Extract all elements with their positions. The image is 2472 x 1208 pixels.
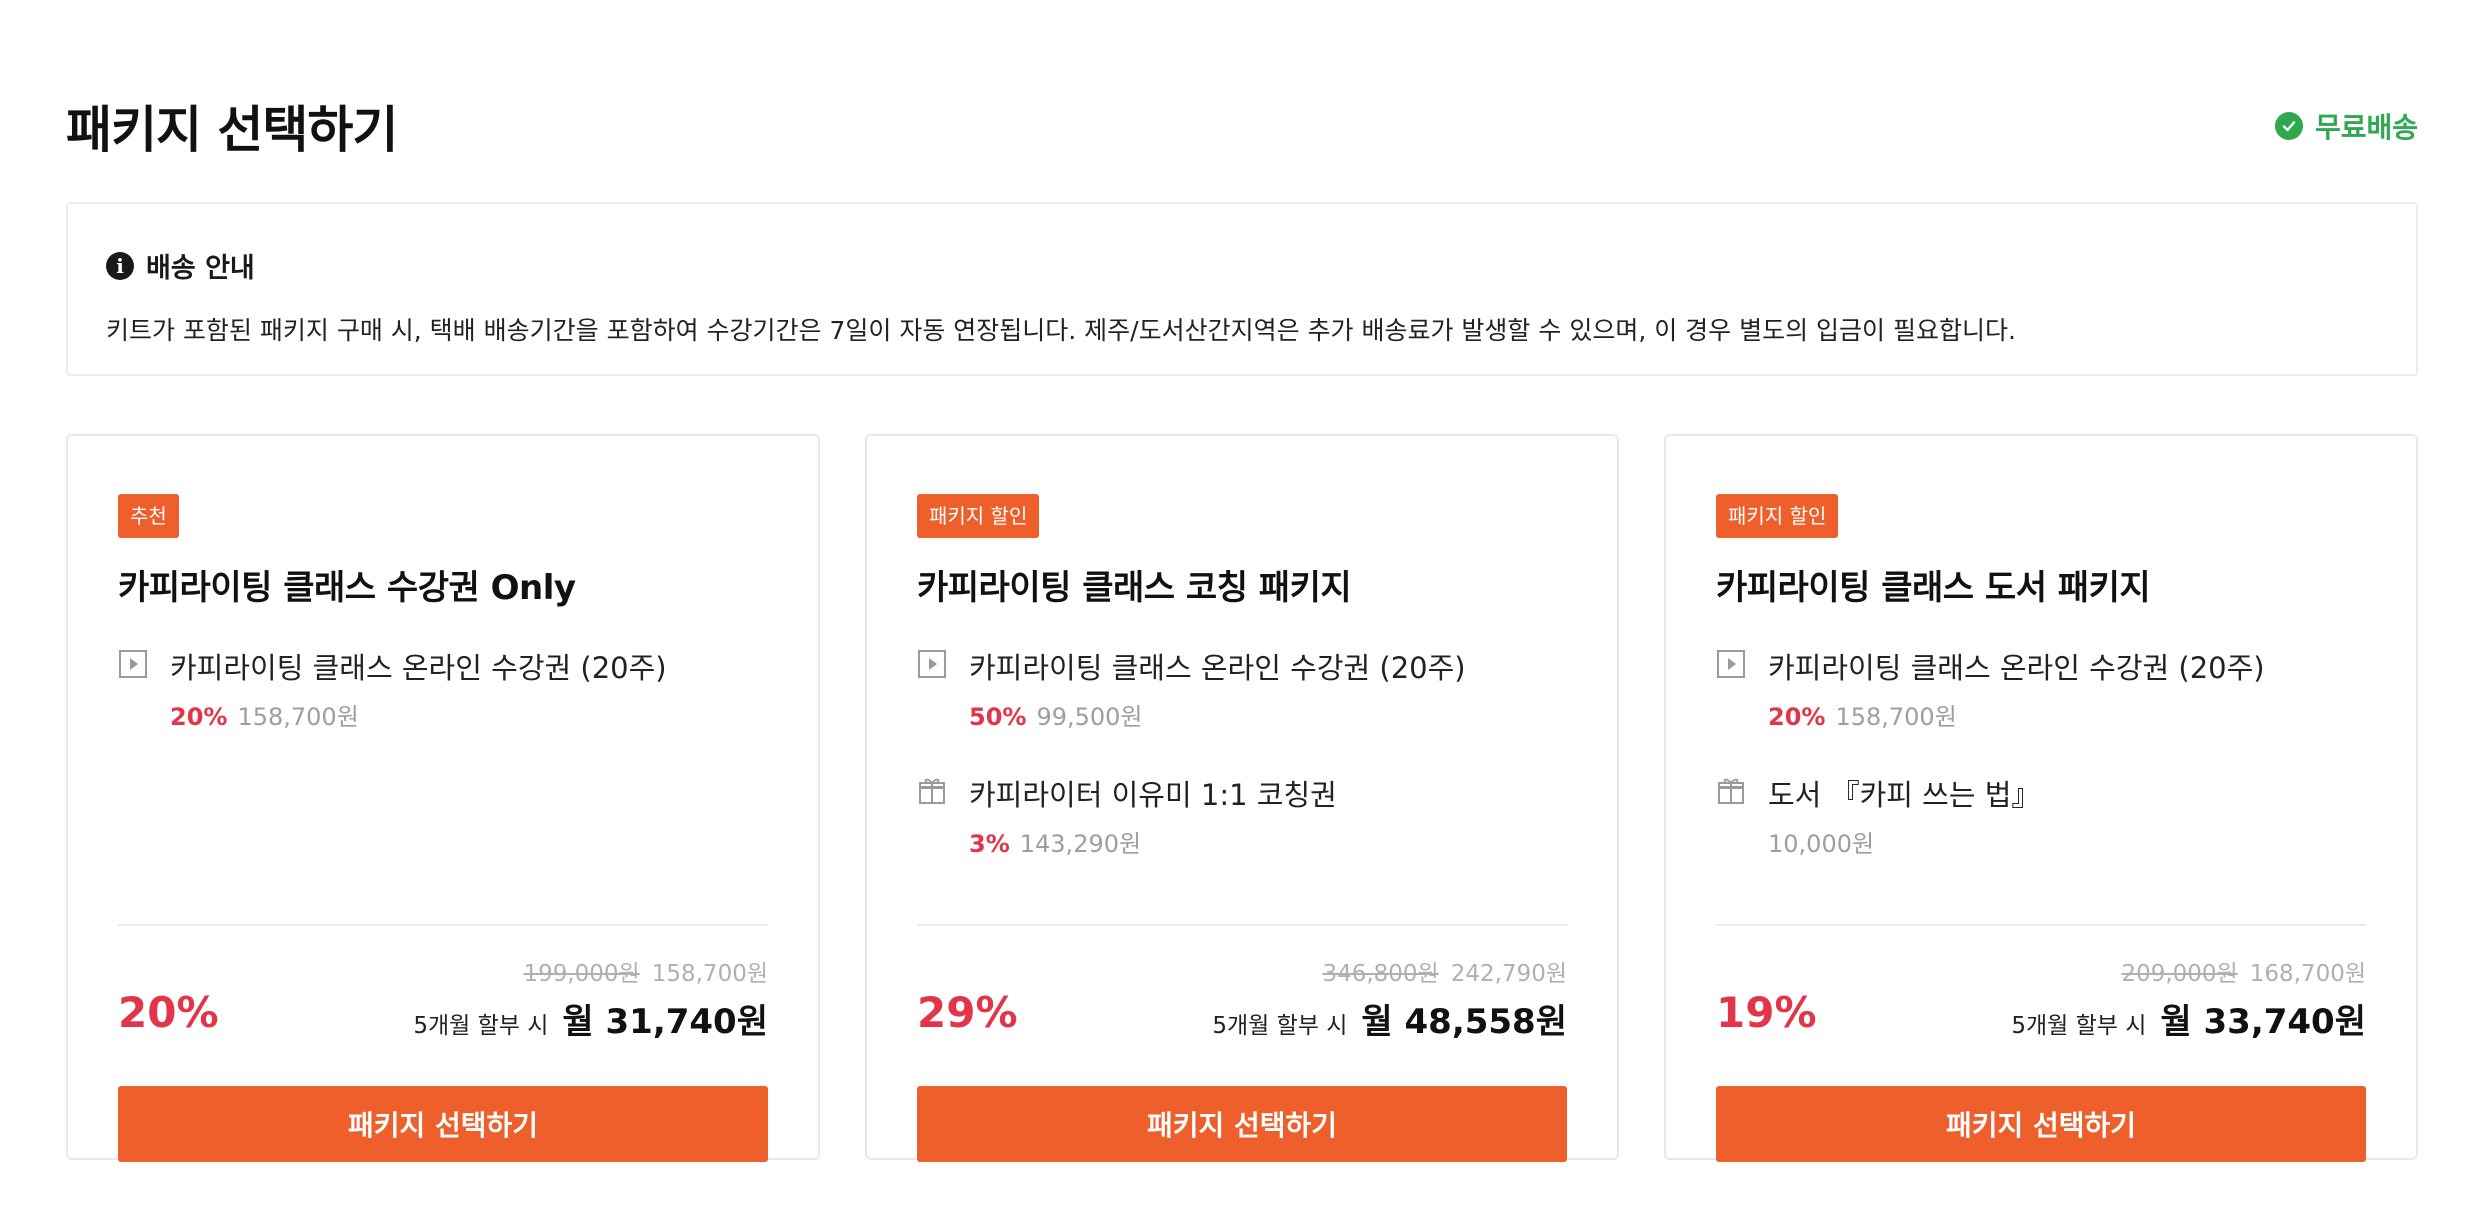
package-tag: 패키지 할인	[917, 494, 1040, 538]
gift-icon	[1716, 776, 1746, 806]
original-price: 199,000원	[523, 961, 640, 987]
monthly-price: 월 33,740원	[2160, 1002, 2366, 1042]
item-discount-rate: 20%	[170, 703, 228, 731]
package-select-page: 패키지 선택하기 무료배송 i 배송 안내 키트가 포함된 패키지 구매 시, …	[0, 0, 2472, 1208]
select-package-button[interactable]: 패키지 선택하기	[1716, 1086, 2366, 1162]
shipping-notice: i 배송 안내 키트가 포함된 패키지 구매 시, 택배 배송기간을 포함하여 …	[66, 202, 2418, 376]
item-discount-rate: 50%	[969, 703, 1027, 731]
package-item: 카피라이팅 클래스 온라인 수강권 (20주) 50% 99,500원	[917, 645, 1567, 732]
installment-label: 5개월 할부 시	[413, 1013, 549, 1039]
item-name: 카피라이팅 클래스 온라인 수강권 (20주)	[969, 651, 1466, 685]
package-title: 카피라이팅 클래스 수강권 Only	[118, 568, 576, 608]
package-title: 카피라이팅 클래스 도서 패키지	[1716, 568, 2151, 608]
page-header: 패키지 선택하기 무료배송	[66, 86, 2418, 166]
notice-title-label: 배송 안내	[146, 253, 255, 284]
package-items: 카피라이팅 클래스 온라인 수강권 (20주) 50% 99,500원 카피라이터…	[917, 645, 1567, 859]
sale-price: 242,790원	[1450, 961, 1567, 987]
package-tag: 추천	[118, 494, 179, 538]
item-price-line: 20% 158,700원	[1768, 697, 2265, 732]
divider	[1716, 924, 2366, 926]
check-circle-icon	[2274, 112, 2303, 140]
installment-label: 5개월 할부 시	[2011, 1013, 2147, 1039]
page-title: 패키지 선택하기	[66, 101, 398, 159]
package-items: 카피라이팅 클래스 온라인 수강권 (20주) 20% 158,700원	[118, 645, 768, 732]
price-summary: 199,000원 158,700원	[523, 954, 768, 988]
item-price-line: 50% 99,500원	[969, 697, 1466, 732]
installment-info: 5개월 할부 시 월 48,558원	[1212, 994, 1567, 1043]
notice-body: 키트가 포함된 패키지 구매 시, 택배 배송기간을 포함하여 수강기간은 7일…	[106, 316, 2016, 345]
price-summary: 346,800원 242,790원	[1322, 954, 1567, 988]
item-price: 158,700원	[1835, 703, 1957, 731]
gift-icon	[917, 776, 947, 806]
item-name: 카피라이팅 클래스 온라인 수강권 (20주)	[170, 651, 667, 685]
select-package-button[interactable]: 패키지 선택하기	[917, 1086, 1567, 1162]
monthly-price: 월 48,558원	[1361, 1002, 1567, 1042]
package-cards: 추천 카피라이팅 클래스 수강권 Only 카피라이팅 클래스 온라인 수강권 …	[66, 434, 2418, 1162]
item-price: 99,500원	[1036, 703, 1143, 731]
select-package-button[interactable]: 패키지 선택하기	[118, 1086, 768, 1162]
item-discount-rate: 3%	[969, 830, 1010, 858]
original-price: 209,000원	[2121, 961, 2238, 987]
item-name: 카피라이팅 클래스 온라인 수강권 (20주)	[1768, 651, 2265, 685]
info-icon: i	[106, 251, 134, 280]
play-icon	[917, 649, 947, 679]
divider	[118, 924, 768, 926]
item-price-line: 3% 143,290원	[969, 824, 1337, 859]
package-card: 패키지 할인 카피라이팅 클래스 코칭 패키지 카피라이팅 클래스 온라인 수강…	[865, 434, 1619, 1162]
package-card: 패키지 할인 카피라이팅 클래스 도서 패키지 카피라이팅 클래스 온라인 수강…	[1664, 434, 2418, 1162]
package-item: 카피라이팅 클래스 온라인 수강권 (20주) 20% 158,700원	[118, 645, 768, 732]
package-item: 카피라이터 이유미 1:1 코칭권 3% 143,290원	[917, 772, 1567, 859]
installment-info: 5개월 할부 시 월 33,740원	[2011, 994, 2366, 1043]
sale-price: 168,700원	[2249, 961, 2366, 987]
free-shipping-label: 무료배송	[2314, 111, 2418, 144]
item-price-line: 20% 158,700원	[170, 697, 667, 732]
item-discount-rate: 20%	[1768, 703, 1826, 731]
notice-title: i 배송 안내	[106, 246, 2378, 285]
total-discount-rate: 20%	[118, 988, 219, 1037]
free-shipping-badge: 무료배송	[2274, 106, 2418, 146]
play-icon	[1716, 649, 1746, 679]
divider	[917, 924, 1567, 926]
total-discount-rate: 19%	[1716, 988, 1817, 1037]
item-name: 카피라이터 이유미 1:1 코칭권	[969, 778, 1337, 812]
play-icon	[118, 649, 148, 679]
item-price: 143,290원	[1019, 830, 1142, 858]
item-name: 도서 『카피 쓰는 법』	[1768, 778, 2041, 812]
package-tag: 패키지 할인	[1716, 494, 1839, 538]
item-price: 158,700원	[237, 703, 359, 731]
item-price-line: 10,000원	[1768, 824, 2040, 859]
package-title: 카피라이팅 클래스 코칭 패키지	[917, 568, 1352, 608]
price-summary: 209,000원 168,700원	[2121, 954, 2366, 988]
total-discount-rate: 29%	[917, 988, 1018, 1037]
item-price: 10,000원	[1768, 830, 1875, 858]
package-card: 추천 카피라이팅 클래스 수강권 Only 카피라이팅 클래스 온라인 수강권 …	[66, 434, 820, 1162]
package-item: 도서 『카피 쓰는 법』 10,000원	[1716, 772, 2366, 859]
installment-label: 5개월 할부 시	[1212, 1013, 1348, 1039]
monthly-price: 월 31,740원	[562, 1002, 768, 1042]
sale-price: 158,700원	[651, 961, 768, 987]
package-item: 카피라이팅 클래스 온라인 수강권 (20주) 20% 158,700원	[1716, 645, 2366, 732]
package-items: 카피라이팅 클래스 온라인 수강권 (20주) 20% 158,700원 도서 『…	[1716, 645, 2366, 859]
installment-info: 5개월 할부 시 월 31,740원	[413, 994, 768, 1043]
original-price: 346,800원	[1322, 961, 1439, 987]
